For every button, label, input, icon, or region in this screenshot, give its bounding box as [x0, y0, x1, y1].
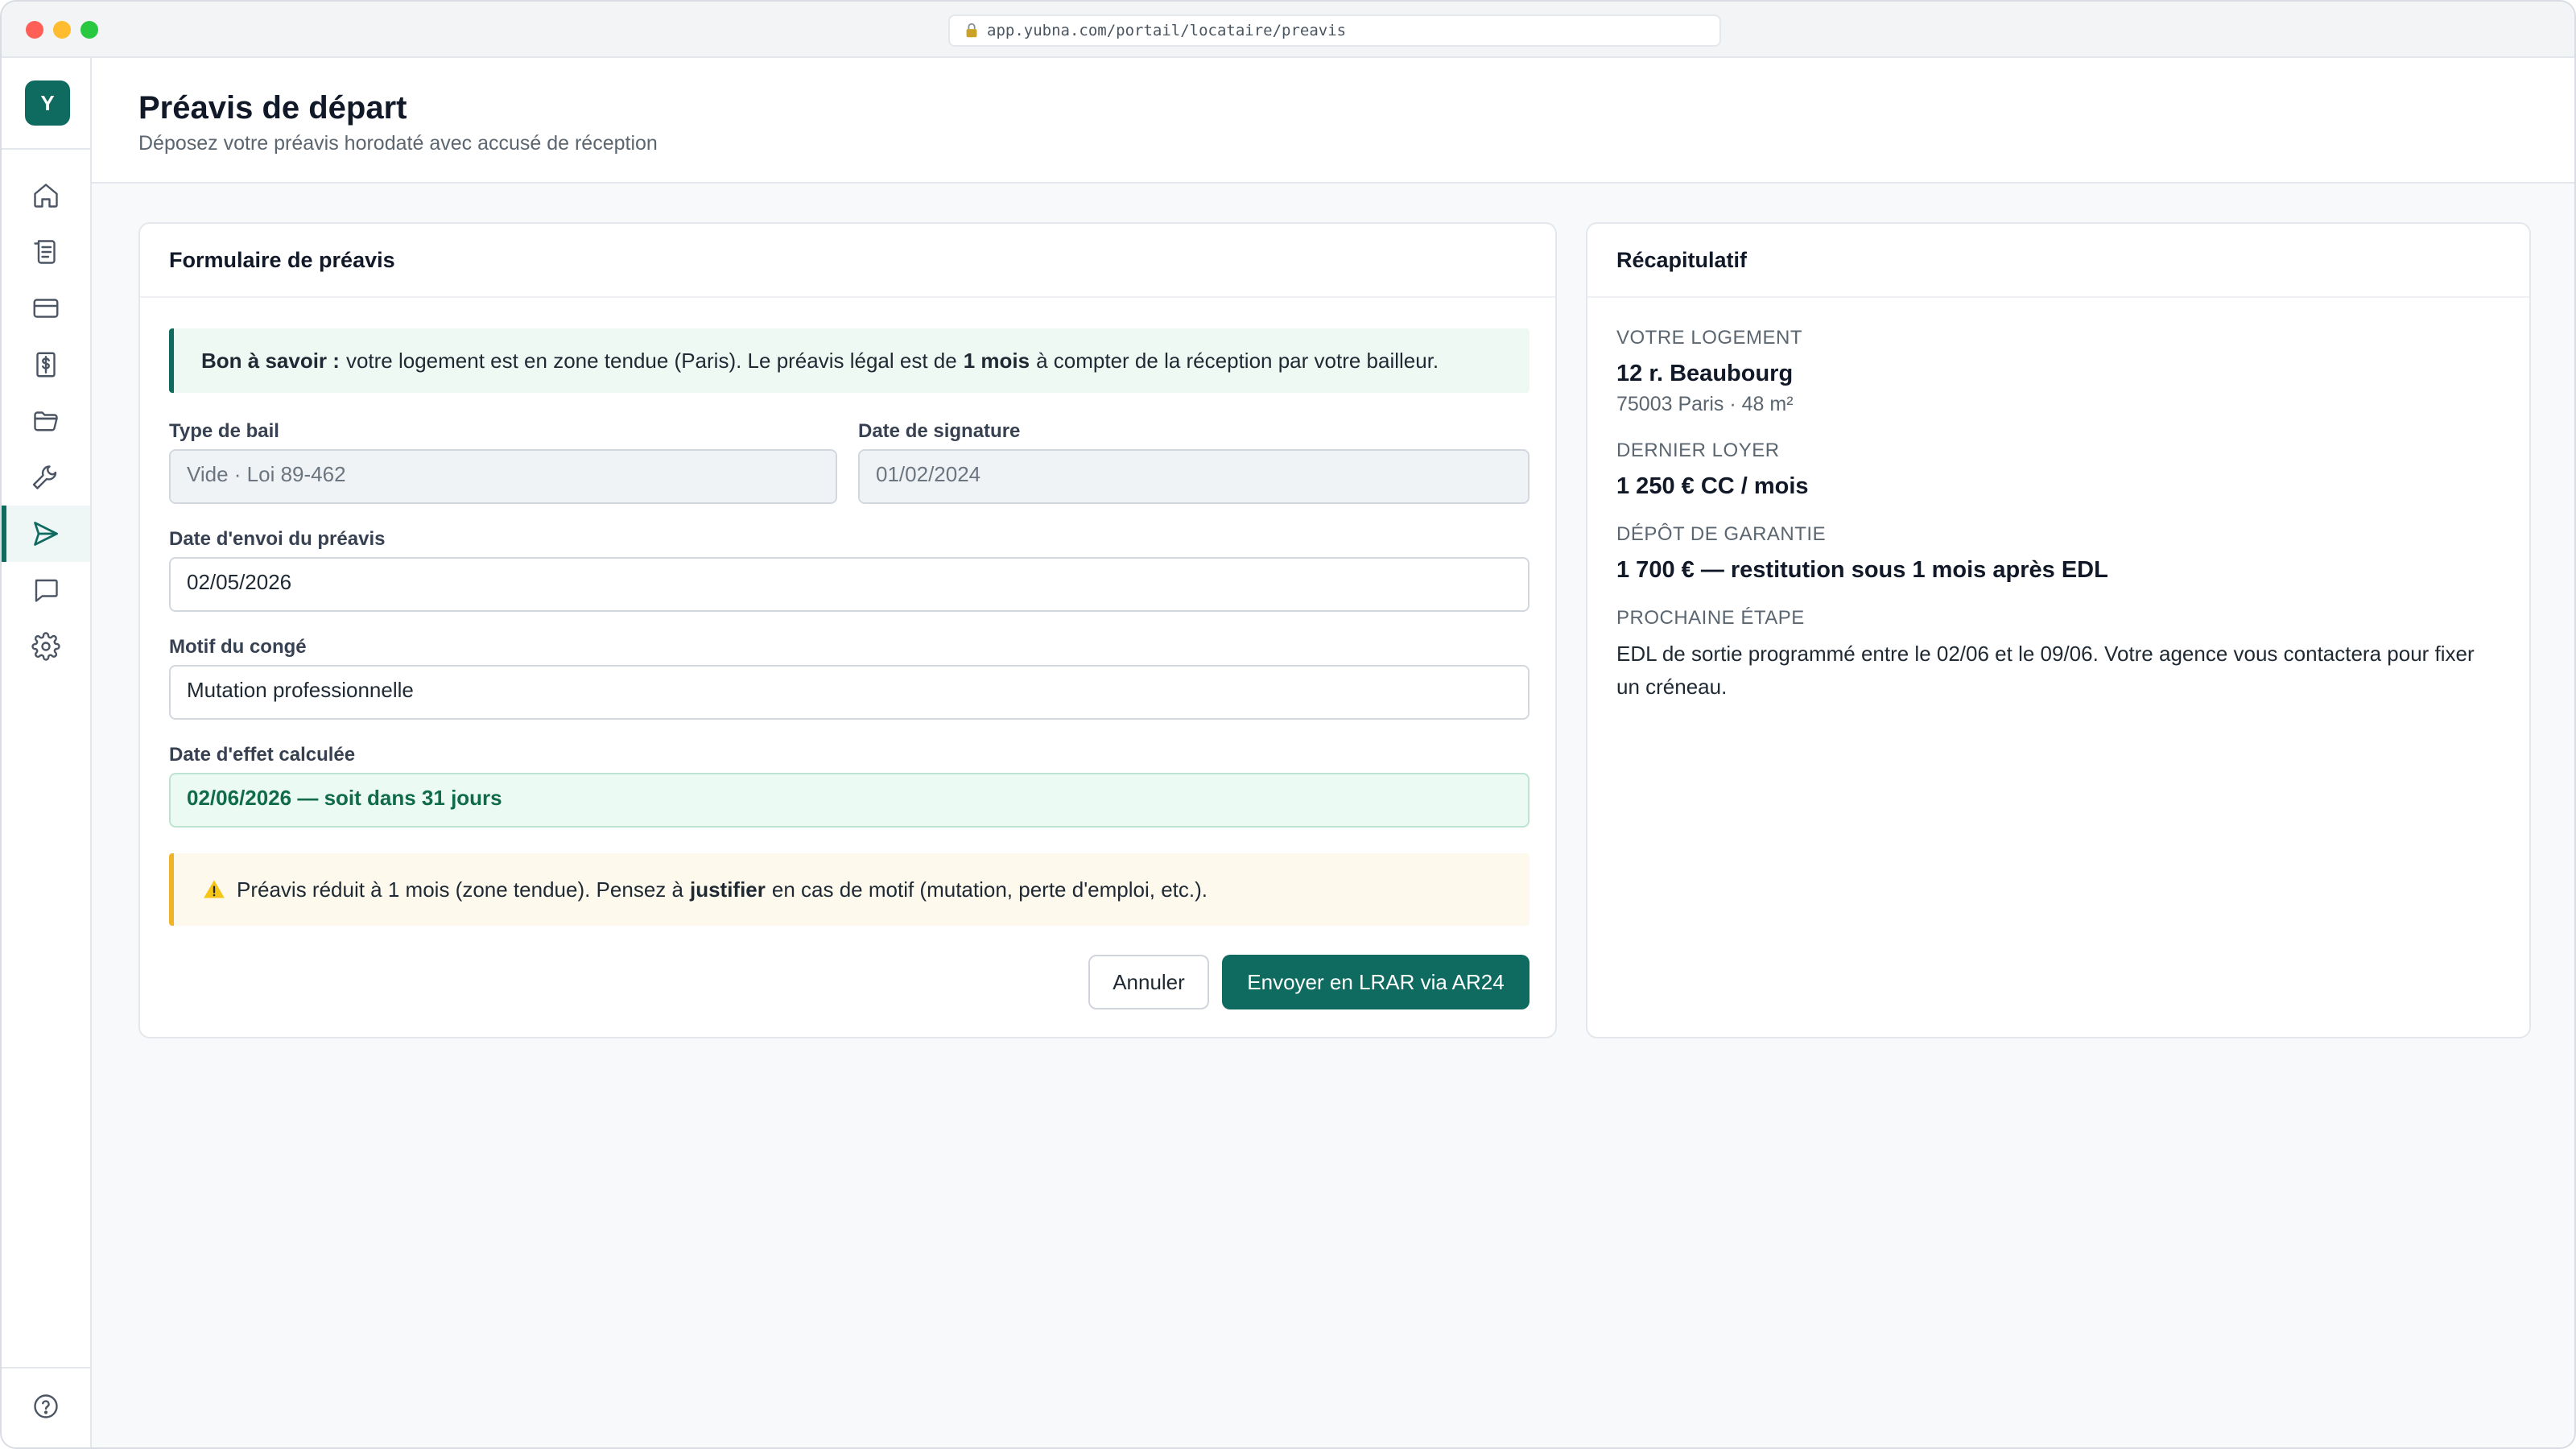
send-lrar-button[interactable]: Envoyer en LRAR via AR24 [1222, 955, 1530, 1009]
recap-card: Récapitulatif Votre logement 12 r. Beaub… [1586, 222, 2531, 1038]
sidebar-item-receipts[interactable] [2, 336, 90, 393]
lock-icon [966, 23, 977, 38]
card-header: Récapitulatif [1587, 224, 2529, 298]
sidebar-item-settings[interactable] [2, 618, 90, 675]
notice-form-card: Formulaire de préavis Bon à savoir : vot… [138, 222, 1557, 1038]
home-icon [34, 184, 58, 208]
gear-icon [31, 632, 60, 661]
signature-date-field: 01/02/2024 [858, 449, 1530, 504]
rent-value: 1 250 € CC / mois [1616, 473, 1809, 499]
reason-label: Motif du congé [169, 636, 307, 658]
maximize-window-button[interactable] [80, 21, 98, 39]
lease-type-field: Vide · Loi 89-462 [169, 449, 837, 504]
card-header: Formulaire de préavis [140, 224, 1555, 298]
next-step-label: Prochaine étape [1616, 607, 1805, 629]
sidebar: Y [2, 58, 92, 1447]
browser-window: app.yubna.com/portail/locataire/preavis … [0, 0, 2576, 1449]
close-window-button[interactable] [26, 21, 43, 39]
info-highlight: 1 mois [963, 348, 1030, 373]
warning-highlight: justifier [689, 877, 766, 902]
signature-date-label: Date de signature [858, 420, 1021, 442]
send-date-field[interactable]: 02/05/2026 [169, 557, 1530, 612]
sidebar-item-messages[interactable] [2, 562, 90, 618]
warning-icon [204, 880, 225, 898]
deposit-label: Dépôt de garantie [1616, 523, 1827, 545]
effective-date-field: 02/06/2026 — soit dans 31 jours [169, 773, 1530, 828]
url-text: app.yubna.com/portail/locataire/preavis [987, 22, 1347, 39]
help-icon [34, 1394, 58, 1418]
wrench-icon [32, 465, 57, 489]
warning-text-before: Préavis réduit à 1 mois (zone tendue). P… [237, 877, 683, 902]
address-bar[interactable]: app.yubna.com/portail/locataire/preavis [948, 14, 1721, 47]
sidebar-item-help[interactable] [2, 1378, 90, 1435]
warning-banner: Préavis réduit à 1 mois (zone tendue). P… [169, 853, 1530, 926]
info-text-before: votre logement est en zone tendue (Paris… [345, 348, 957, 373]
browser-titlebar: app.yubna.com/portail/locataire/preavis [2, 2, 2574, 58]
page-title: Préavis de départ [138, 90, 407, 126]
card-title: Récapitulatif [1616, 248, 1748, 272]
info-banner: Bon à savoir : votre logement est en zon… [169, 328, 1530, 393]
sidebar-item-payments[interactable] [2, 280, 90, 336]
next-step-text: EDL de sortie programmé entre le 02/06 e… [1616, 642, 2475, 699]
app-logo[interactable]: Y [25, 80, 70, 126]
folder-icon [34, 411, 58, 431]
sidebar-item-documents[interactable] [2, 393, 90, 449]
effective-date-label: Date d'effet calculée [169, 744, 356, 766]
receipt-icon [36, 352, 56, 378]
sidebar-item-maintenance[interactable] [2, 449, 90, 506]
housing-details: 75003 Paris · 48 m² [1616, 393, 1794, 415]
sidebar-item-notice[interactable] [2, 506, 90, 562]
cancel-button[interactable]: Annuler [1088, 955, 1209, 1009]
info-text-after: à compter de la réception par votre bail… [1036, 348, 1439, 373]
page-subtitle: Déposez votre préavis horodaté avec accu… [138, 132, 658, 155]
card-title: Formulaire de préavis [169, 248, 395, 272]
message-icon [35, 579, 58, 602]
send-date-label: Date d'envoi du préavis [169, 528, 386, 550]
info-lead: Bon à savoir : [201, 348, 340, 373]
sidebar-item-home[interactable] [2, 167, 90, 224]
warning-text-after: en cas de motif (mutation, perte d'emplo… [771, 877, 1208, 902]
page-header: Préavis de départ Déposez votre préavis … [92, 58, 2574, 184]
housing-address: 12 r. Beaubourg [1616, 361, 1794, 386]
document-icon [34, 240, 56, 264]
send-icon [34, 522, 58, 546]
sidebar-divider [2, 1367, 90, 1368]
sidebar-item-lease[interactable] [2, 224, 90, 280]
sidebar-divider [2, 148, 90, 150]
housing-label: Votre logement [1616, 327, 1803, 349]
minimize-window-button[interactable] [53, 21, 71, 39]
deposit-value: 1 700 € — restitution sous 1 mois après … [1616, 557, 2108, 583]
credit-card-icon [33, 299, 59, 318]
lease-type-label: Type de bail [169, 420, 279, 442]
reason-field[interactable]: Mutation professionnelle [169, 665, 1530, 720]
rent-label: Dernier loyer [1616, 440, 1780, 461]
